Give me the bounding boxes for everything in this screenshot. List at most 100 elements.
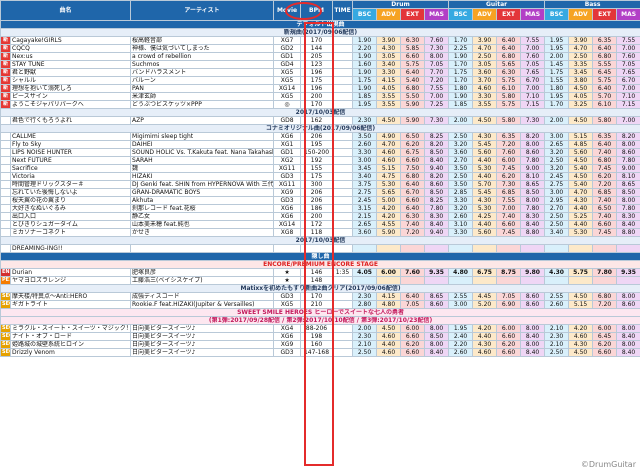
song-artist: 工藤浩三(ベイシスケイプ) [130, 276, 275, 285]
level-value: 1.55 [544, 76, 570, 85]
table-row[interactable]: SECギガトライトRookie.F feat.HIZAKI(Jupiter & … [0, 300, 640, 309]
level-value: 1.75 [352, 76, 378, 85]
level-value: 4.30 [472, 132, 498, 141]
level-value: 7.50 [400, 164, 426, 173]
level-value: 9.40 [424, 228, 450, 237]
song-tag: SEC [0, 292, 11, 301]
table-row[interactable]: SECDrizzly Venom日向美ビタースイーツ♪GD3147-168 2.5… [0, 348, 640, 357]
table-row[interactable]: LIPS NOISE HUNTER SOUND HOLIC Vs. T.Kakut… [0, 148, 640, 157]
level-value: 5.65 [376, 188, 402, 197]
table-row[interactable]: 桜天翼の花の翼まり Akhuta GD3 206 2.45 5.00 6.60 8.25 3.3… [0, 196, 640, 205]
level-value: 3.00 [544, 132, 570, 141]
level-value: 3.00 [352, 156, 378, 165]
level-value: 3.30 [352, 148, 378, 157]
table-row[interactable]: Next FUTURE SARAH XG2 192 3.00 4.60 6.60 8.40 2.… [0, 156, 640, 165]
header-drum: Drum [352, 0, 450, 9]
table-row[interactable]: 新 STAY TUNE Suchmos GD4 123 1.60 3.40 5.75 7.05 1… [0, 60, 640, 69]
level-value: 6.60 [496, 220, 522, 229]
level-value: 8.20 [616, 132, 640, 141]
level-value: 1.45 [544, 60, 570, 69]
level-header-adv: ADV [568, 8, 594, 21]
section-header: 新規曲(2017/09/06配信) [0, 28, 640, 37]
level-value: 8.00 [616, 340, 640, 349]
level-value [352, 276, 378, 285]
level-value: 1.60 [352, 60, 378, 69]
level-value: 6.60 [496, 332, 522, 341]
table-row[interactable]: 新ピースサイン 米津玄師 XG5 200 1.85 3.55 5.50 7.00 1.90 3.3… [0, 92, 640, 101]
level-value [424, 244, 450, 253]
table-row[interactable]: 忘れていた後悔しないよ GRAN-DRAMATIC BOYS XG9 206 2.75 5… [0, 188, 640, 197]
section-title: ENCORE/PREMIUM ENCORE STAGE [0, 260, 640, 269]
level-value: 6.35 [592, 132, 618, 141]
level-value: 4.50 [568, 156, 594, 165]
level-value: 8.60 [616, 148, 640, 157]
song-movie: GD3 [273, 292, 302, 301]
song-time [332, 292, 354, 301]
table-row[interactable]: SECミラクル・スイート・スイーツ・マジック！！日向美ビタースイーツ♪XG488… [0, 324, 640, 333]
level-header-adv: ADV [472, 8, 498, 21]
level-value: 8.00 [616, 324, 640, 333]
table-row[interactable]: とびきりシュガータイム 山本美禾穂 feat.純也 XG14 172 2.65 4.55 7… [0, 220, 640, 229]
level-value: 4.60 [568, 332, 594, 341]
table-row[interactable]: 出口入口 静乙女 XG6 200 2.15 4.20 6.30 8.30 2.60 4.25 7.4… [0, 212, 640, 221]
table-row[interactable]: 大好きなぬいぐるみ 刹那レコード feat.花桜 XG6 186 3.15 4.20 6.4… [0, 204, 640, 213]
table-row[interactable]: 時間管理ドリックスター＃ DJ Genki feat. SHIN from HYP… [0, 180, 640, 189]
song-bpm: 118 [300, 228, 334, 237]
level-value: 6.00 [592, 324, 618, 333]
table-row[interactable]: 君色で行くもろうよれ AZP GD8 162 2.30 4.50 5.90 7.30 2.00 4… [0, 116, 640, 125]
level-value: 6.20 [592, 340, 618, 349]
level-value: 6.40 [592, 140, 618, 149]
level-value: 3.25 [568, 100, 594, 109]
level-value: 2.10 [352, 340, 378, 349]
level-value: 6.20 [400, 140, 426, 149]
song-time [332, 156, 354, 165]
table-row[interactable]: CALLME Migimimi sleep tight XG6 206 3.50 4.90… [0, 132, 640, 141]
table-row[interactable]: 新君と野獣 バンドハラスメント XG5 196 1.90 3.30 6.40 7.70 1.75… [0, 68, 640, 77]
table-row[interactable]: 新シャルル バルーン XG5 175 1.75 4.15 5.40 7.20 1.70 3.70 5… [0, 76, 640, 85]
table-row[interactable]: 新 CQCQ 神様、僕は気づいてしまった GD2 144 2.20 4.30 5.85 7.30… [0, 44, 640, 53]
song-time [332, 164, 354, 173]
table-row[interactable]: 新 Cagayake!GIRLS 桜高軽音部 XG7 170 1.90 3.90 6.30 7.… [0, 36, 640, 45]
song-movie: GD3 [273, 196, 302, 205]
level-value: 7.00 [520, 84, 546, 93]
song-time [332, 84, 354, 93]
song-bpm: 192 [300, 156, 334, 165]
table-row[interactable]: 新理想を抱いて溺死しろ PAN XG14 196 1.90 4.05 6.80 7.55 1.8… [0, 84, 640, 93]
level-value: 5.30 [568, 228, 594, 237]
level-value: 3.40 [352, 172, 378, 181]
level-value: 7.40 [400, 220, 426, 229]
table-row[interactable]: Sacrifice 魏 XG11 155 3.45 5.15 7.50 9.40 3.50 5.3… [0, 164, 640, 173]
level-value: 4.30 [568, 340, 594, 349]
song-tag [0, 156, 11, 165]
table-row[interactable]: SEC摩天楼/特異点〜Anti:HERO成強ディスコードGD31702.304.… [0, 292, 640, 301]
level-value: 4.25 [472, 212, 498, 221]
level-value: 5.80 [496, 116, 522, 125]
header-time: TIME [332, 0, 354, 21]
song-tag [0, 212, 11, 221]
song-movie: XG5 [273, 92, 302, 101]
level-value: 9.35 [616, 268, 640, 277]
table-row[interactable]: DREAMING-ING!! [0, 244, 640, 253]
table-row[interactable]: SEC姫路城の城壁系統ヒロイン日向美ビタースイーツ♪XG91602.104.40… [0, 340, 640, 349]
table-row[interactable]: EN1Durian肥塚良彦★1461:354.056.007.609.354.8… [0, 268, 640, 277]
song-time [332, 300, 354, 309]
table-row[interactable]: Fly to Sky DAIHEI XG1 195 2.60 4.70 6.20 8.20 3.… [0, 140, 640, 149]
table-row[interactable]: PE1ヤマヨロズラレンジ工藤浩三(ベイシスケイプ)★148 [0, 276, 640, 285]
level-value [448, 276, 474, 285]
table-row[interactable]: ミカソナーコネクト かせき XG8 118 3.60 5.90 7.20 9.40 3.30 5.… [0, 228, 640, 237]
song-tag: 新 [0, 36, 11, 45]
level-value: 9.00 [520, 164, 546, 173]
song-time [332, 324, 354, 333]
level-value: 7.45 [496, 228, 522, 237]
level-value: 3.35 [568, 60, 594, 69]
song-time [332, 60, 354, 69]
level-value: 1.75 [544, 68, 570, 77]
level-header-mas: MAS [616, 8, 640, 21]
table-row[interactable]: Victoria HIZAKI GD3 175 3.40 4.75 6.80 8.20 2.50… [0, 172, 640, 181]
song-artist: Suchmos [130, 60, 275, 69]
song-tag [0, 220, 11, 229]
song-movie: ★ [273, 268, 302, 277]
table-row[interactable]: 新 Nex:us a crowd of rebellion GD1 205 1.90 3.0… [0, 52, 640, 61]
table-row[interactable]: 新ようこそジャパリパークへ どうぶつビスケッツ×PPP ◎ 170 1.95 3.55 5.… [0, 100, 640, 109]
table-row[interactable]: SECナイト・オブ・ロード日向美ビタースイーツ♪XG61982.304.606.… [0, 332, 640, 341]
